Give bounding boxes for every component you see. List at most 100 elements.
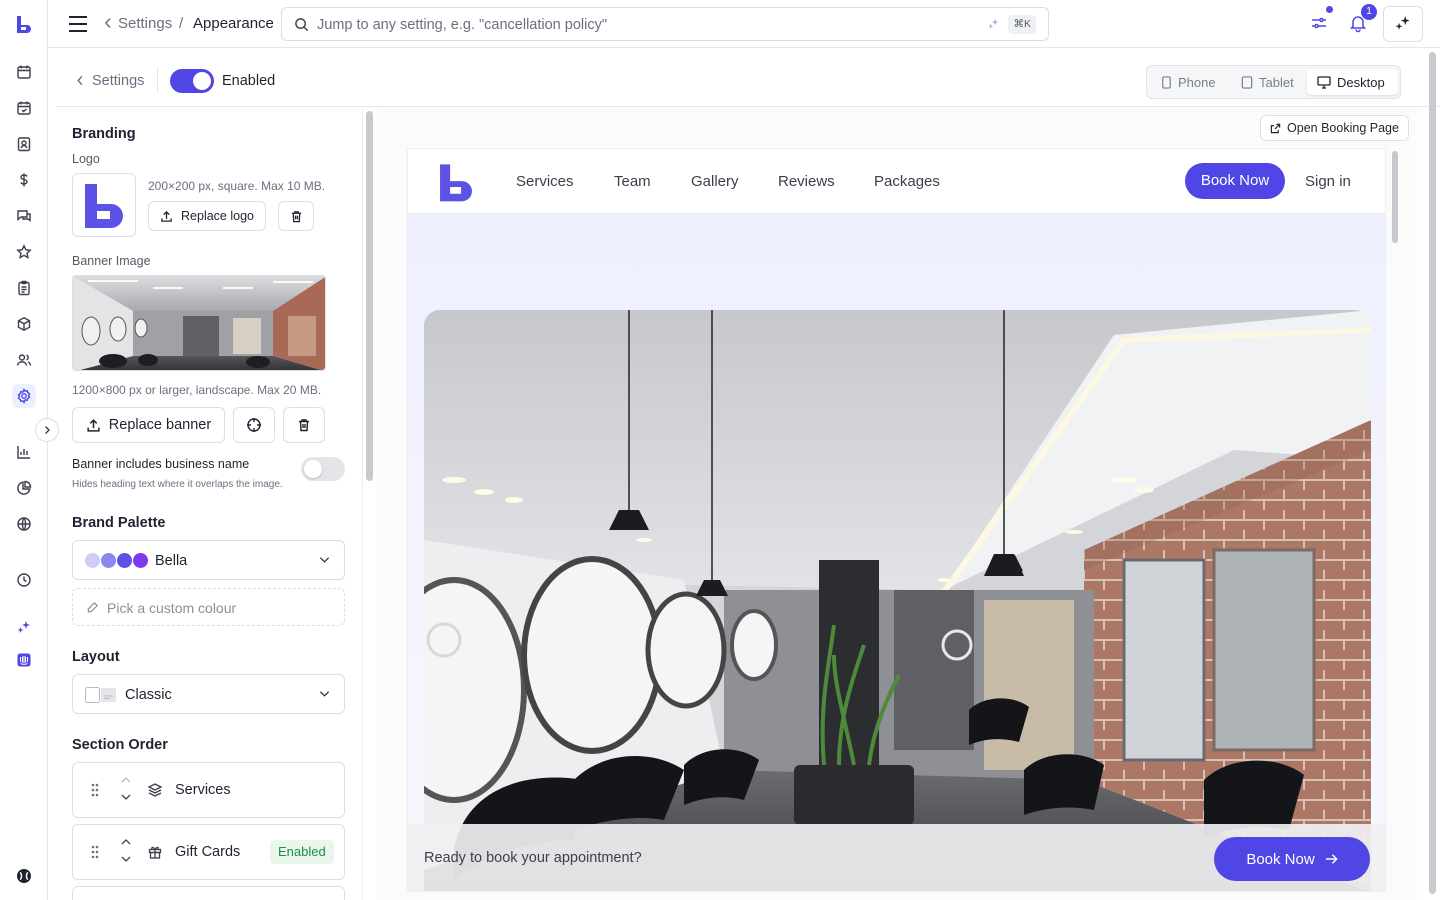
brand-logo-icon <box>85 184 123 228</box>
banner-thumbnail <box>72 275 326 371</box>
back-to-settings-link[interactable]: Settings <box>92 73 144 89</box>
breadcrumb-settings[interactable]: Settings <box>118 15 172 32</box>
chevron-left-icon <box>104 18 111 28</box>
notification-badge: 1 <box>1361 4 1377 20</box>
scrollbar-thumb[interactable] <box>1429 52 1436 894</box>
sparkle-icon <box>1395 16 1410 30</box>
settings-icon[interactable] <box>12 384 36 408</box>
team-icon[interactable] <box>12 348 36 372</box>
salon-banner-image <box>73 276 325 370</box>
delete-logo-button[interactable] <box>278 201 314 231</box>
salon-interior-image <box>424 310 1371 891</box>
preview-scrollbar[interactable] <box>1389 149 1403 891</box>
left-rail <box>0 0 59 900</box>
global-search[interactable]: Jump to any setting, e.g. "cancellation … <box>281 7 1049 41</box>
trash-icon <box>299 419 309 432</box>
appearance-settings-panel: Branding Logo 200×200 px, square. Max 10… <box>56 107 362 900</box>
booking-page-enabled-toggle[interactable] <box>170 69 214 93</box>
brand-logo-icon[interactable] <box>12 12 36 36</box>
nav-book-now-button[interactable]: Book Now <box>1185 163 1285 199</box>
brand-palette-select[interactable]: Bella <box>72 540 345 580</box>
nav-services[interactable]: Services <box>516 173 574 190</box>
section-order-heading: Section Order <box>72 737 168 753</box>
breadcrumb-back-button[interactable] <box>104 17 112 29</box>
chevron-left-icon <box>77 75 83 86</box>
replace-banner-button[interactable]: Replace banner <box>72 407 225 443</box>
layers-icon <box>147 783 163 797</box>
scrollbar-thumb[interactable] <box>1392 151 1398 243</box>
nav-sign-in[interactable]: Sign in <box>1305 173 1351 190</box>
brand-palette-heading: Brand Palette <box>72 515 166 531</box>
dollar-icon[interactable] <box>12 168 36 192</box>
nav-packages[interactable]: Packages <box>874 173 940 190</box>
hero-banner-image <box>424 310 1371 891</box>
top-bar: Settings / Appearance Jump to any settin… <box>48 0 1440 48</box>
eyedropper-icon <box>87 602 98 613</box>
external-link-icon <box>1270 123 1281 133</box>
move-up-icon[interactable] <box>121 777 131 783</box>
nav-gallery[interactable]: Gallery <box>691 173 739 190</box>
banner-business-name-toggle[interactable] <box>301 457 345 481</box>
intercom-icon[interactable] <box>12 648 36 672</box>
cta-book-now-button[interactable]: Book Now <box>1214 837 1370 881</box>
search-shortcut: ⌘K <box>1008 15 1036 34</box>
search-placeholder: Jump to any setting, e.g. "cancellation … <box>317 17 607 33</box>
palette-selected-value: Bella <box>155 553 188 569</box>
swatch <box>85 553 100 568</box>
custom-colour-placeholder: Pick a custom colour <box>107 600 237 616</box>
panel-scrollbar[interactable] <box>362 107 376 900</box>
support-icon[interactable] <box>12 864 36 888</box>
ai-sparkle-icon <box>988 18 999 29</box>
calendar-check-icon[interactable] <box>12 96 36 120</box>
layout-heading: Layout <box>72 649 120 665</box>
breadcrumb-current: Appearance <box>193 15 274 32</box>
contacts-icon[interactable] <box>12 132 36 156</box>
star-icon[interactable] <box>12 240 36 264</box>
ai-assistant-button[interactable] <box>1383 6 1423 42</box>
section-item-gift-cards[interactable]: Gift Cards Enabled <box>72 824 345 880</box>
calendar-icon[interactable] <box>12 60 36 84</box>
section-item[interactable] <box>72 886 345 900</box>
messages-icon[interactable] <box>12 204 36 228</box>
booking-cta-bar: Ready to book your appointment? Book Now <box>408 824 1385 891</box>
delete-banner-button[interactable] <box>283 407 325 443</box>
custom-colour-picker[interactable]: Pick a custom colour <box>72 588 345 626</box>
page-scrollbar[interactable] <box>1426 48 1440 900</box>
bar-chart-icon[interactable] <box>12 440 36 464</box>
appearance-header: Settings Enabled Phone Tablet Desktop <box>56 48 1440 107</box>
device-desktop-button[interactable]: Desktop <box>1307 69 1398 95</box>
notifications-button[interactable]: 1 <box>1348 4 1377 35</box>
replace-logo-button[interactable]: Replace logo <box>148 201 266 231</box>
globe-icon[interactable] <box>12 512 36 536</box>
drag-handle-icon[interactable] <box>91 845 99 859</box>
scrollbar-thumb[interactable] <box>366 111 373 481</box>
preferences-button[interactable] <box>1310 6 1333 34</box>
banner-focal-point-button[interactable] <box>233 407 275 443</box>
divider <box>157 68 158 92</box>
clipboard-icon[interactable] <box>12 276 36 300</box>
move-down-icon[interactable] <box>121 856 131 862</box>
section-item-services[interactable]: Services <box>72 762 345 818</box>
device-tablet-button[interactable]: Tablet <box>1231 69 1304 95</box>
drag-handle-icon[interactable] <box>91 783 99 797</box>
chevron-down-icon <box>319 557 330 563</box>
site-logo-icon[interactable] <box>435 161 477 203</box>
device-switcher: Phone Tablet Desktop <box>1146 65 1401 99</box>
layout-select[interactable]: Classic <box>72 674 345 714</box>
booking-page-preview: Open Booking Page Services Team Gallery … <box>377 107 1417 900</box>
box-icon[interactable] <box>12 312 36 336</box>
ai-sparkle-icon[interactable] <box>12 616 36 640</box>
move-up-icon[interactable] <box>121 839 131 845</box>
move-down-icon[interactable] <box>121 794 131 800</box>
pie-chart-icon[interactable] <box>12 476 36 500</box>
open-booking-page-button[interactable]: Open Booking Page <box>1260 115 1409 141</box>
nav-team[interactable]: Team <box>614 173 651 190</box>
device-phone-button[interactable]: Phone <box>1151 69 1226 95</box>
clock-icon[interactable] <box>12 568 36 592</box>
nav-reviews[interactable]: Reviews <box>778 173 835 190</box>
status-badge: Enabled <box>270 840 334 864</box>
branding-heading: Branding <box>72 126 136 142</box>
menu-button[interactable] <box>68 15 88 33</box>
trash-icon <box>291 210 301 222</box>
banner-name-help: Hides heading text where it overlaps the… <box>72 479 283 490</box>
